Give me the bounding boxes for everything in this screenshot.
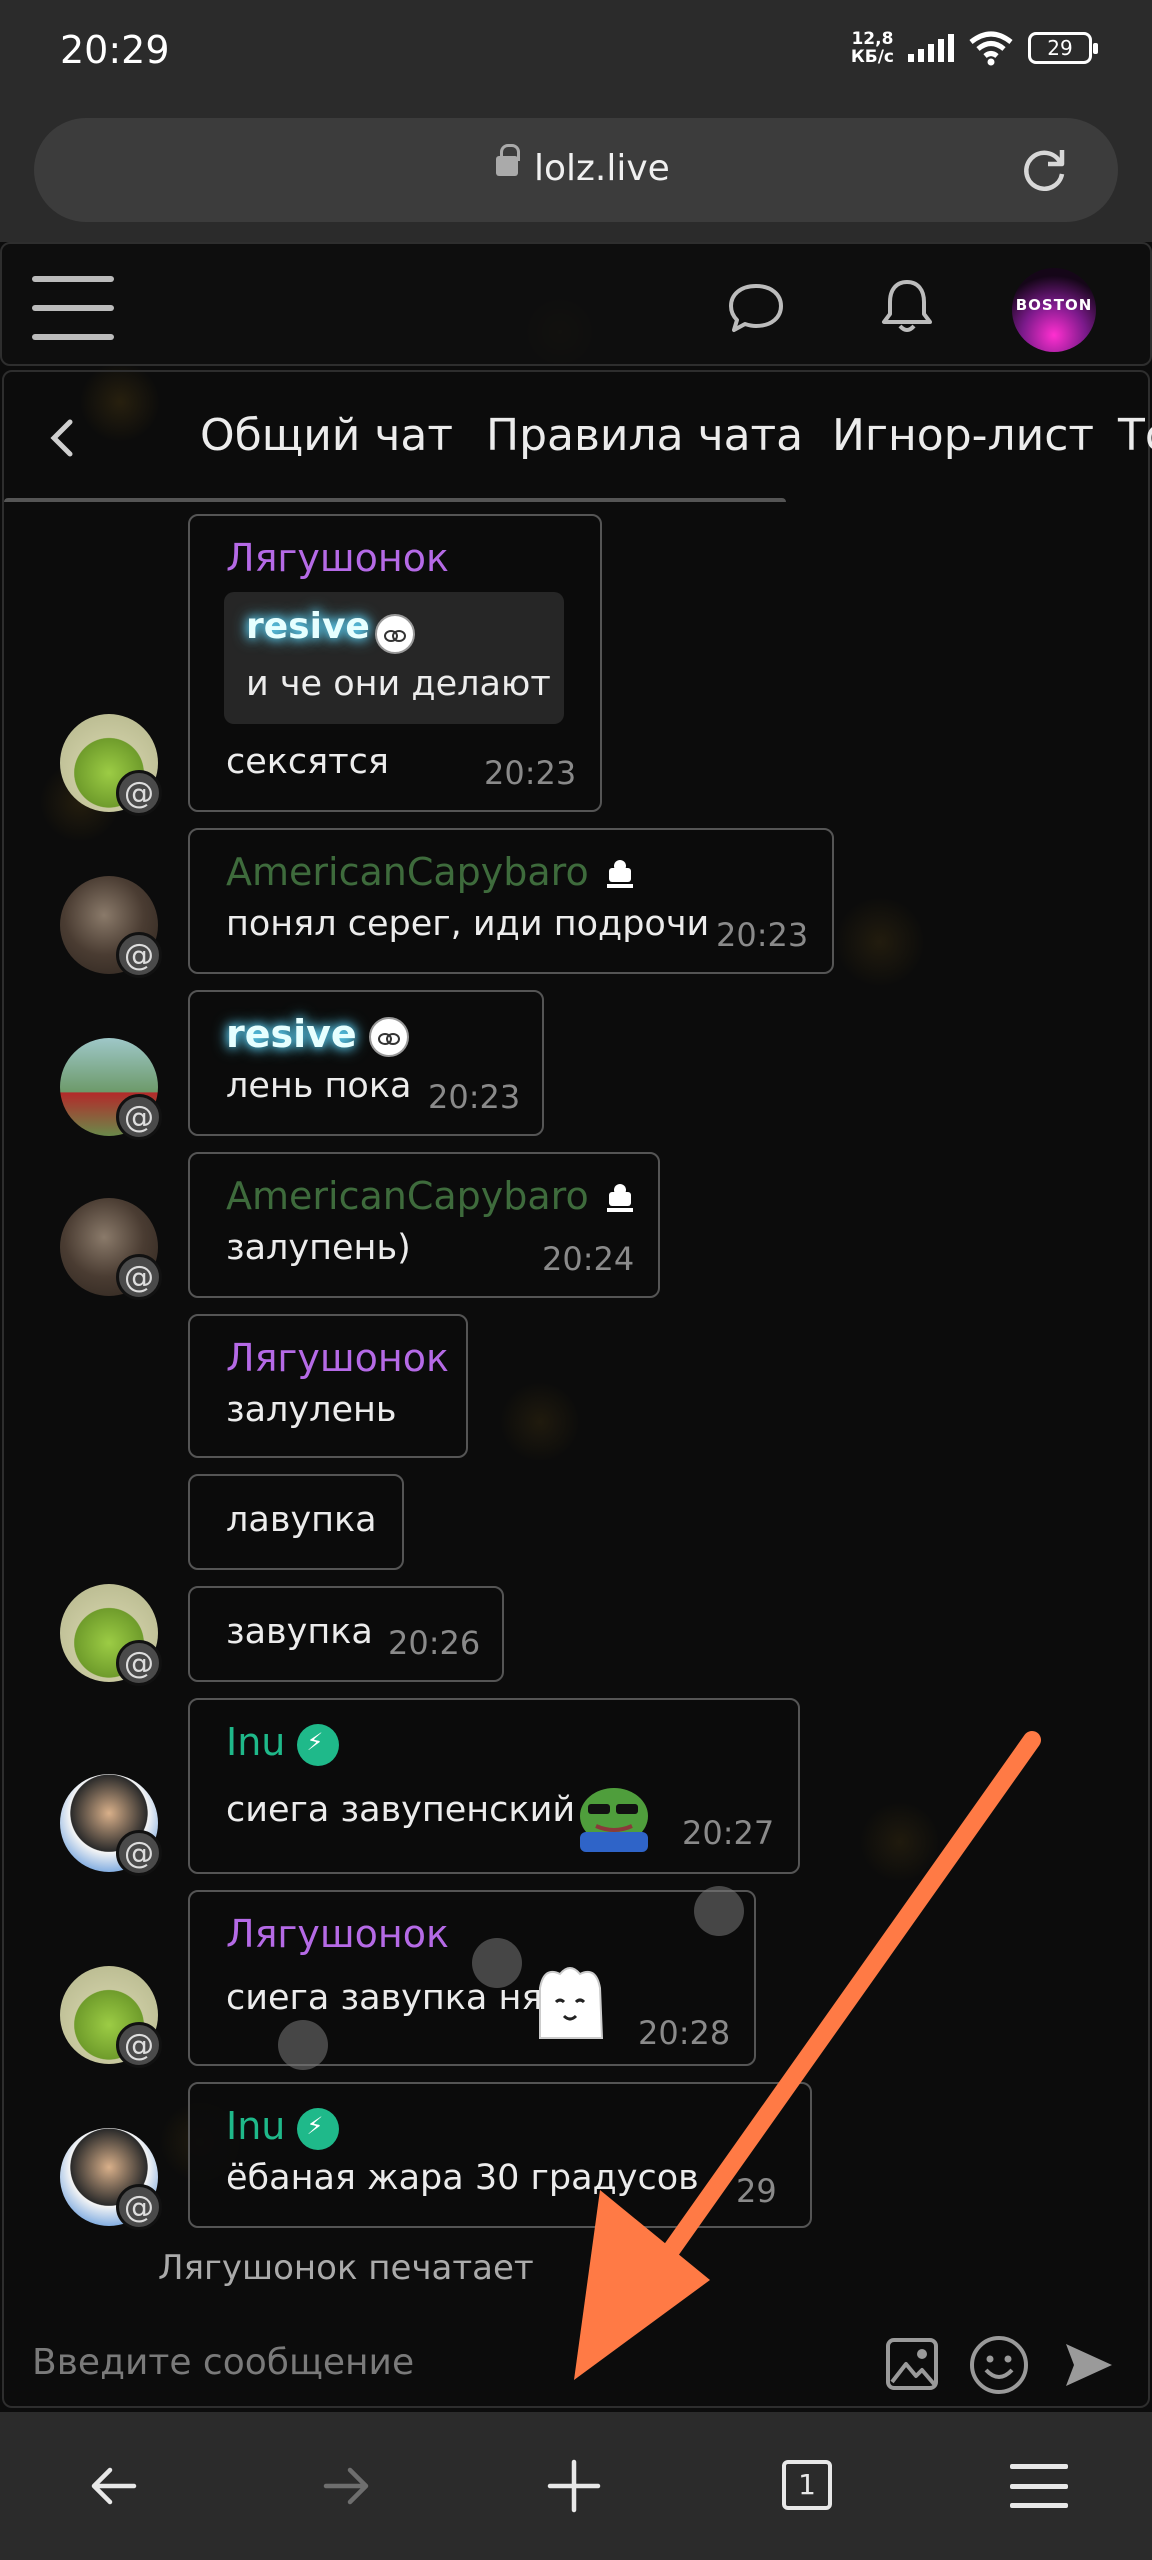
message-author[interactable]: Лягушонок: [226, 536, 449, 580]
message-author: resive: [226, 1012, 409, 1057]
address-bar[interactable]: lolz.live: [34, 118, 1118, 222]
forward-arrow-icon[interactable]: [316, 2456, 376, 2516]
message-text: сиега завупенский: [226, 1790, 576, 1830]
reload-icon[interactable]: [1018, 144, 1070, 196]
message-text: залупень): [226, 1228, 411, 1268]
message-text: залулень: [226, 1390, 397, 1430]
message-bubble: Лягушонок залулень: [188, 1314, 468, 1458]
avatar[interactable]: @: [60, 1038, 162, 1140]
lock-icon: [496, 144, 520, 176]
browser-menu-icon[interactable]: [1010, 2464, 1068, 2508]
mention-icon[interactable]: @: [116, 932, 162, 978]
touch-indicator: [472, 1938, 522, 1988]
message-author: Inu: [226, 1720, 340, 1766]
signal-icon: [908, 34, 954, 62]
tab-ignore-list[interactable]: Игнор-лист: [832, 410, 1094, 461]
message-bubble: завупка 20:26: [188, 1586, 504, 1682]
mention-icon[interactable]: @: [116, 1094, 162, 1140]
message-author[interactable]: Лягушонок: [226, 1336, 449, 1380]
tabs-count-button[interactable]: 1: [782, 2460, 832, 2510]
chat-tabs: Общий чат Правила чата Игнор-лист То: [4, 372, 1152, 502]
network-speed-unit: КБ/с: [850, 47, 894, 67]
status-bar: 20:29 12,8 КБ/с 29: [0, 0, 1152, 100]
message-author-name[interactable]: resive: [226, 1012, 357, 1056]
message-author[interactable]: Лягушонок: [226, 1912, 449, 1956]
message-author: AmericanCapybaro: [226, 1174, 639, 1218]
message-author-name[interactable]: AmericanCapybaro: [226, 850, 589, 894]
avatar[interactable]: @: [60, 1584, 162, 1686]
message-bubble: лавупка: [188, 1474, 404, 1570]
lightning-badge-icon: [297, 2107, 340, 2150]
avatar[interactable]: @: [60, 2128, 162, 2230]
chevron-left-icon[interactable]: [44, 416, 80, 460]
avatar[interactable]: @: [60, 714, 162, 816]
message-bubble: Лягушонок resive и че они делают сексятс…: [188, 514, 602, 812]
tabs-scrollbar[interactable]: [4, 498, 786, 502]
avatar-logo-text: BOSTON: [1015, 296, 1093, 314]
mention-icon[interactable]: @: [116, 1640, 162, 1686]
mention-icon[interactable]: @: [116, 770, 162, 816]
avatar[interactable]: @: [60, 1966, 162, 2068]
status-icons: 12,8 КБ/с 29: [851, 30, 1098, 66]
back-arrow-icon[interactable]: [84, 2456, 144, 2516]
tab-chat-rules[interactable]: Правила чата: [486, 410, 803, 461]
user-badge-icon: [374, 613, 415, 654]
message-author-name[interactable]: AmericanCapybaro: [226, 1174, 589, 1218]
avatar[interactable]: @: [60, 1774, 162, 1876]
browser-bottom-nav: 1: [0, 2412, 1152, 2560]
new-tab-plus-icon[interactable]: [544, 2456, 604, 2516]
quoted-message[interactable]: resive и че они делают: [224, 592, 564, 724]
message-time: 20:23: [716, 916, 809, 954]
typing-indicator: Лягушонок печатает: [158, 2248, 534, 2288]
network-speed: 12,8 КБ/с: [851, 30, 894, 66]
message-author: Inu: [226, 2104, 340, 2150]
message-bubble: AmericanCapybaro залупень) 20:24: [188, 1152, 660, 1298]
chat-bubble-icon[interactable]: [726, 280, 786, 336]
message-bubble: AmericanCapybaro понял серег, иди подроч…: [188, 828, 834, 974]
url-text[interactable]: lolz.live: [534, 148, 670, 189]
send-icon[interactable]: [1062, 2338, 1116, 2392]
message-author-name[interactable]: Inu: [226, 1720, 285, 1764]
tab-more[interactable]: То: [1118, 410, 1152, 461]
mention-icon[interactable]: @: [116, 2184, 162, 2230]
message-time: 20:23: [428, 1078, 521, 1116]
message-author-name[interactable]: Inu: [226, 2104, 285, 2148]
avatar[interactable]: @: [60, 1198, 162, 1300]
network-speed-value: 12,8: [851, 29, 894, 49]
annotation-arrow-icon: [574, 1731, 1041, 2380]
message-time: 20:23: [484, 754, 577, 792]
touch-indicator: [278, 2020, 328, 2070]
battery-icon: 29: [1028, 32, 1098, 64]
user-badge-icon: [606, 859, 633, 888]
browser-toolbar: lolz.live: [0, 100, 1152, 242]
mention-icon[interactable]: @: [116, 2022, 162, 2068]
quote-author: resive: [246, 606, 370, 647]
mention-icon[interactable]: @: [116, 1830, 162, 1876]
menu-icon[interactable]: [32, 276, 114, 340]
lightning-badge-icon: [297, 1723, 340, 1766]
user-avatar[interactable]: BOSTON: [1012, 268, 1096, 352]
message-text: завупка: [226, 1612, 373, 1652]
status-time: 20:29: [60, 28, 170, 72]
message-bubble: resive лень пока 20:23: [188, 990, 544, 1136]
bell-icon[interactable]: [878, 276, 936, 338]
message-text: лавупка: [226, 1500, 377, 1540]
message-time: 20:26: [388, 1624, 481, 1662]
quote-text: и че они делают: [246, 664, 551, 704]
message-author: AmericanCapybaro: [226, 850, 639, 894]
user-badge-icon: [368, 1016, 409, 1057]
user-badge-icon: [606, 1183, 633, 1212]
message-text: понял серег, иди подрочи: [226, 904, 710, 944]
message-text: лень пока: [226, 1066, 412, 1106]
avatar[interactable]: @: [60, 876, 162, 978]
tab-general-chat[interactable]: Общий чат: [200, 410, 453, 461]
mention-icon[interactable]: @: [116, 1254, 162, 1300]
message-text: сексятся: [226, 742, 389, 782]
forum-header: BOSTON: [0, 242, 1152, 366]
wifi-icon: [969, 31, 1013, 66]
message-time: 20:24: [542, 1240, 635, 1278]
message-input[interactable]: Введите сообщение: [32, 2342, 414, 2383]
